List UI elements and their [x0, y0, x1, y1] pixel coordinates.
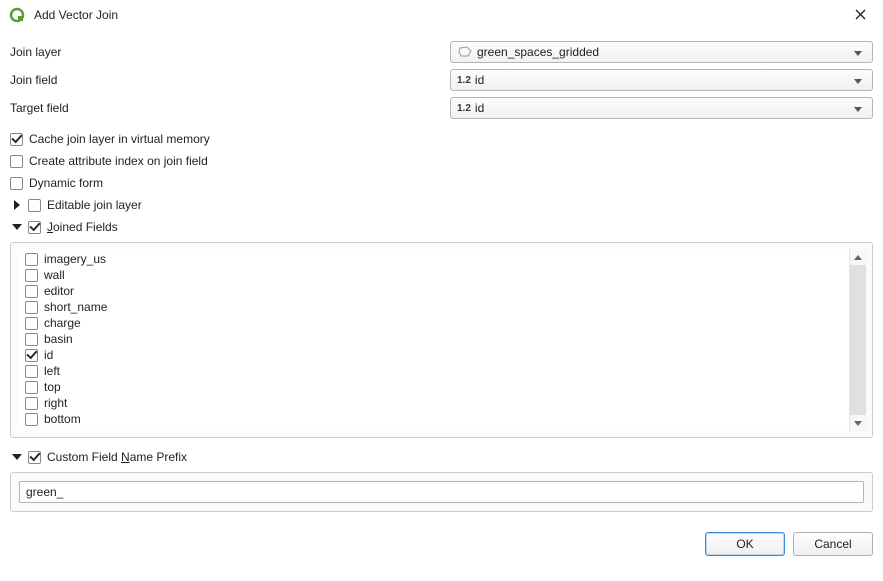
join-layer-label: Join layer	[10, 45, 450, 59]
prefix-label: Custom Field Name Prefix	[47, 450, 187, 464]
dropdown-arrow-icon	[850, 101, 866, 115]
field-item[interactable]: wall	[21, 267, 848, 283]
field-name: editor	[44, 284, 74, 298]
field-name: short_name	[44, 300, 107, 314]
field-item[interactable]: basin	[21, 331, 848, 347]
field-type-icon: 1.2	[457, 75, 471, 86]
join-layer-value: green_spaces_gridded	[477, 45, 850, 59]
join-field-label: Join field	[10, 73, 450, 87]
join-layer-combo[interactable]: green_spaces_gridded	[450, 41, 873, 63]
dropdown-arrow-icon	[850, 73, 866, 87]
field-checkbox[interactable]	[25, 397, 38, 410]
field-name: bottom	[44, 412, 81, 426]
field-item[interactable]: left	[21, 363, 848, 379]
prefix-expander[interactable]	[10, 450, 24, 464]
target-field-combo[interactable]: 1.2 id	[450, 97, 873, 119]
create-index-checkbox[interactable]	[10, 155, 23, 168]
field-item[interactable]: editor	[21, 283, 848, 299]
editable-label: Editable join layer	[47, 198, 142, 212]
joined-fields-group: imagery_uswall editor short_namecharge basi…	[10, 242, 873, 438]
cancel-button[interactable]: Cancel	[793, 532, 873, 556]
cache-checkbox[interactable]	[10, 133, 23, 146]
field-type-icon: 1.2	[457, 103, 471, 114]
field-name: right	[44, 396, 67, 410]
field-checkbox[interactable]	[25, 285, 38, 298]
window-title: Add Vector Join	[34, 8, 118, 22]
field-name: id	[44, 348, 53, 362]
field-checkbox[interactable]	[25, 269, 38, 282]
field-name: imagery_us	[44, 252, 106, 266]
editable-checkbox[interactable]	[28, 199, 41, 212]
field-item[interactable]: imagery_us	[21, 251, 848, 267]
field-item[interactable]: top	[21, 379, 848, 395]
field-item[interactable]: bottom	[21, 411, 848, 427]
titlebar: Add Vector Join	[0, 0, 883, 30]
joined-fields-list[interactable]: imagery_uswall editor short_namecharge basi…	[17, 249, 866, 431]
qgis-icon	[8, 6, 26, 24]
create-index-label: Create attribute index on join field	[29, 154, 208, 168]
editable-expander[interactable]	[10, 198, 24, 212]
field-checkbox[interactable]	[25, 253, 38, 266]
prefix-value: green_	[26, 485, 63, 499]
scroll-down-icon[interactable]	[850, 415, 866, 431]
prefix-checkbox[interactable]	[28, 451, 41, 464]
field-name: charge	[44, 316, 81, 330]
field-checkbox[interactable]	[25, 301, 38, 314]
scrollbar[interactable]	[849, 249, 866, 431]
field-checkbox[interactable]	[25, 365, 38, 378]
polygon-layer-icon	[457, 45, 473, 59]
field-checkbox[interactable]	[25, 333, 38, 346]
cache-label: Cache join layer in virtual memory	[29, 132, 210, 146]
dropdown-arrow-icon	[850, 45, 866, 59]
field-name: top	[44, 380, 61, 394]
join-field-combo[interactable]: 1.2 id	[450, 69, 873, 91]
field-checkbox[interactable]	[25, 413, 38, 426]
close-icon[interactable]	[845, 0, 875, 30]
field-checkbox[interactable]	[25, 317, 38, 330]
ok-button[interactable]: OK	[705, 532, 785, 556]
scroll-up-icon[interactable]	[850, 249, 866, 265]
field-checkbox[interactable]	[25, 381, 38, 394]
joined-fields-label: Joined Fields	[47, 220, 118, 234]
prefix-input[interactable]: green_	[19, 481, 864, 503]
dynamic-form-checkbox[interactable]	[10, 177, 23, 190]
field-item[interactable]: short_name	[21, 299, 848, 315]
field-item[interactable]: right	[21, 395, 848, 411]
join-field-value: id	[475, 73, 850, 87]
field-name: left	[44, 364, 60, 378]
joined-fields-expander[interactable]	[10, 220, 24, 234]
field-item[interactable]: id	[21, 347, 848, 363]
field-item[interactable]: charge	[21, 315, 848, 331]
field-checkbox[interactable]	[25, 349, 38, 362]
scroll-thumb[interactable]	[850, 265, 866, 415]
target-field-value: id	[475, 101, 850, 115]
prefix-group: green_	[10, 472, 873, 512]
field-name: wall	[44, 268, 65, 282]
joined-fields-checkbox[interactable]	[28, 221, 41, 234]
target-field-label: Target field	[10, 101, 450, 115]
dynamic-form-label: Dynamic form	[29, 176, 103, 190]
field-name: basin	[44, 332, 73, 346]
